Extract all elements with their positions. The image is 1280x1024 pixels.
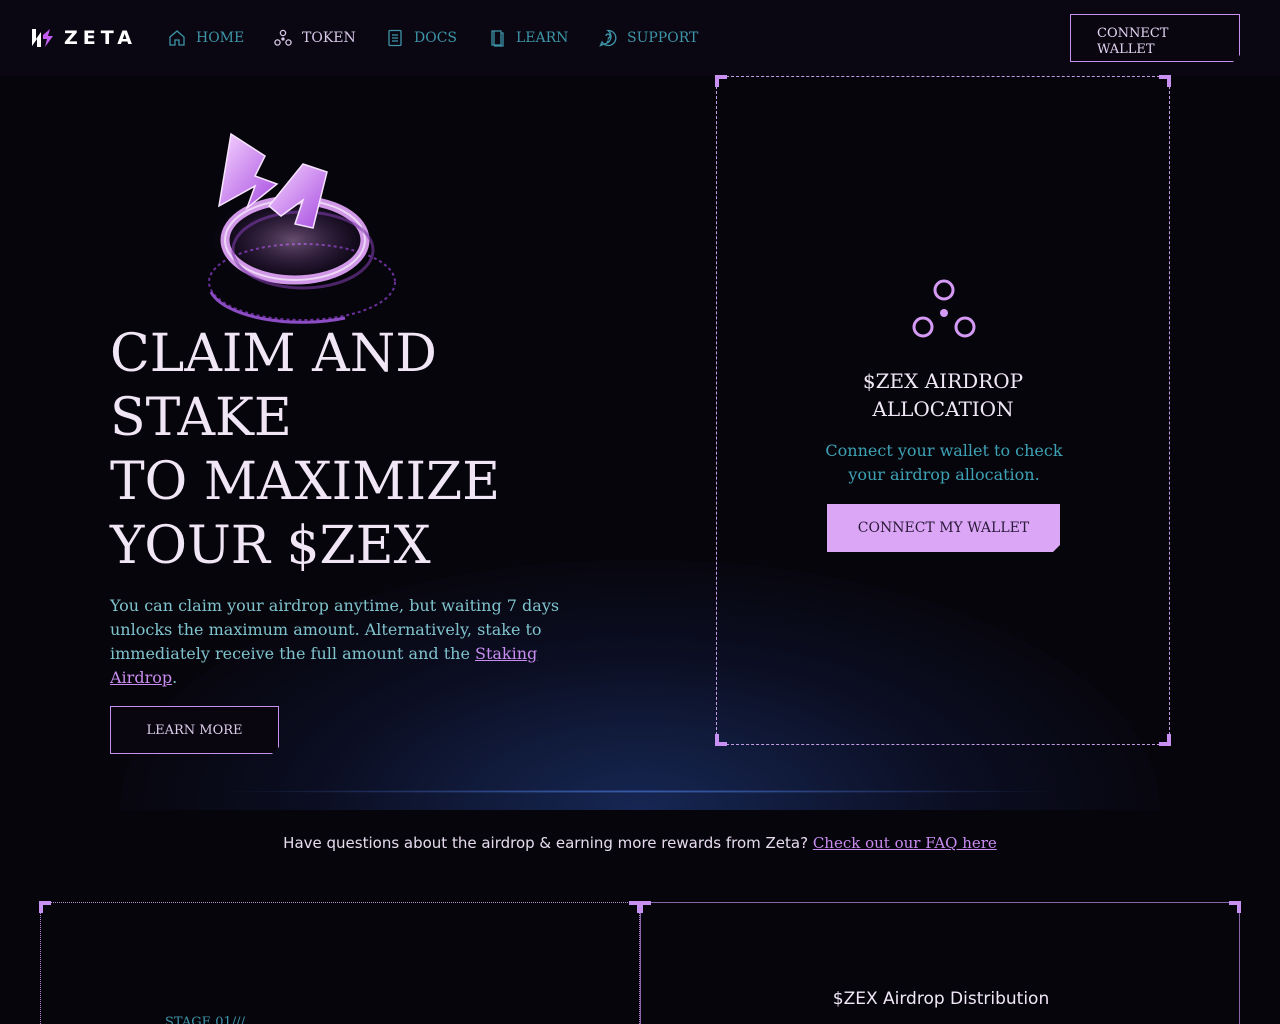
panel-corner xyxy=(39,901,51,913)
hero-glow-line xyxy=(210,790,1070,793)
nav-item-home[interactable]: HOME xyxy=(168,28,244,48)
distribution-panel: $ZEX Airdrop Distribution xyxy=(639,901,1241,1024)
hero-title-line-1: CLAIM AND xyxy=(110,324,437,384)
nav-label-docs: DOCS xyxy=(414,30,458,46)
zeta-logo-icon xyxy=(32,29,53,47)
panel-corner xyxy=(639,901,651,913)
home-icon xyxy=(169,30,185,46)
card-corner xyxy=(1159,734,1171,746)
token-icon xyxy=(912,279,976,338)
airdrop-card-title-line2: ALLOCATION xyxy=(872,397,1014,421)
faq-link[interactable]: Check out our FAQ here xyxy=(813,834,997,852)
hero-description: You can claim your airdrop anytime, but … xyxy=(110,594,580,690)
hero-title-line-4: YOUR $ZEX xyxy=(110,516,431,576)
stage-label: STAGE 01/// xyxy=(165,1015,245,1024)
nav-item-docs[interactable]: DOCS xyxy=(386,28,457,48)
support-icon xyxy=(599,29,617,47)
learn-more-button[interactable]: LEARN MORE xyxy=(110,706,279,754)
faq-line: Have questions about the airdrop & earni… xyxy=(0,834,1280,852)
nav-item-learn[interactable]: LEARN xyxy=(488,28,568,48)
airdrop-card-text: Connect your wallet to check your airdro… xyxy=(825,441,1063,484)
connect-wallet-button[interactable]: CONNECT WALLET xyxy=(1070,14,1240,62)
airdrop-card-title-line1: $ZEX AIRDROP xyxy=(862,369,1024,393)
token-icon xyxy=(274,29,292,46)
connect-my-wallet-button[interactable]: CONNECT MY WALLET xyxy=(827,504,1060,552)
card-corner xyxy=(715,734,727,746)
hero-title-line-3: TO MAXIMIZE xyxy=(110,452,501,512)
airdrop-card-title: $ZEX AIRDROP ALLOCATION xyxy=(717,367,1169,423)
stage-panel: STAGE 01/// xyxy=(39,901,641,1024)
nav-item-support[interactable]: SUPPORT xyxy=(599,28,698,48)
nav-label-token: TOKEN xyxy=(302,30,356,46)
connect-wallet-label-line1: CONNECT xyxy=(1097,26,1169,41)
card-corner xyxy=(715,75,727,87)
panel-corner xyxy=(1229,901,1241,913)
learn-icon xyxy=(491,30,504,47)
airdrop-allocation-card: $ZEX AIRDROP ALLOCATION Connect your wal… xyxy=(715,75,1171,746)
zeta-3d-logo-icon xyxy=(208,132,396,324)
brand-name: ZETA xyxy=(64,27,137,49)
nav-label-learn: LEARN xyxy=(516,30,569,46)
nav-item-token[interactable]: TOKEN xyxy=(274,28,356,48)
hero-description-end: . xyxy=(172,668,178,687)
distribution-title: $ZEX Airdrop Distribution xyxy=(832,989,1050,1009)
nav-label-support: SUPPORT xyxy=(627,30,699,46)
faq-text: Have questions about the airdrop & earni… xyxy=(283,834,813,852)
hero-title-line-2: STAKE xyxy=(110,388,292,448)
docs-icon xyxy=(388,29,402,47)
nav-label-home: HOME xyxy=(196,30,245,46)
card-corner xyxy=(1159,75,1171,87)
top-nav: ZETA HOME TOKEN DOCS LEARN SUPPORT CONNE… xyxy=(0,0,1280,76)
zeta-logo[interactable]: ZETA xyxy=(32,27,137,49)
hero-title: CLAIM AND STAKE TO MAXIMIZE YOUR $ZEX xyxy=(110,322,570,578)
connect-wallet-label-line2: WALLET xyxy=(1097,42,1155,57)
